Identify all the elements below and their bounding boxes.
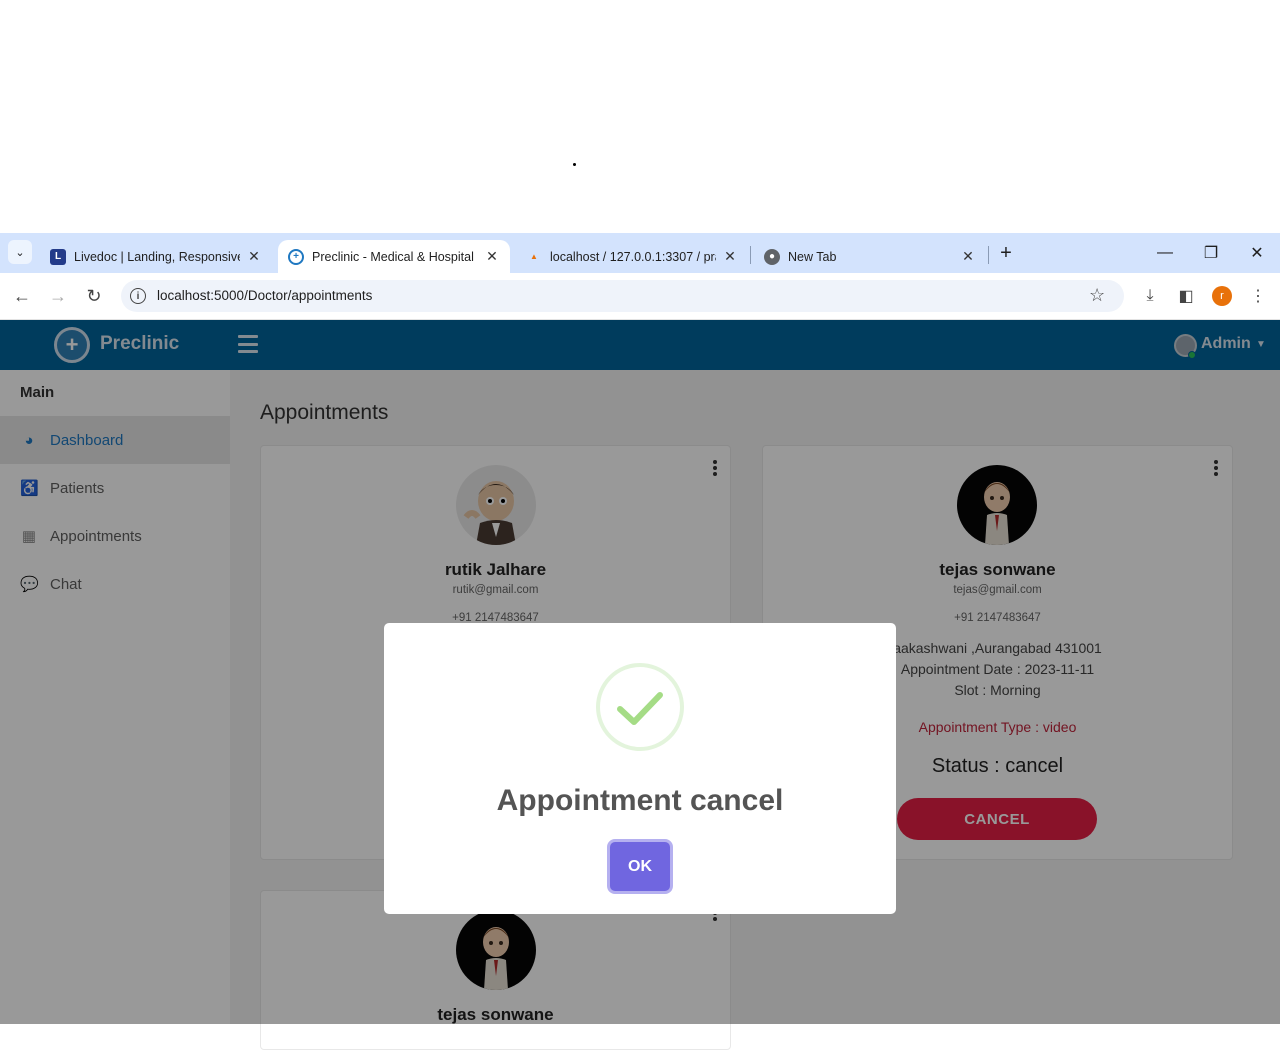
tab-title: New Tab: [788, 249, 837, 264]
plus-icon: +: [1000, 241, 1012, 264]
site-info-icon[interactable]: i: [130, 288, 146, 304]
restore-icon: ❐: [1203, 245, 1219, 262]
tab-title: Livedoc | Landing, Responsive: [74, 249, 240, 264]
tab-new-tab[interactable]: ● New Tab ✕: [754, 240, 986, 273]
tab-title: Preclinic - Medical & Hospital: [312, 249, 474, 264]
livedoc-favicon-icon: L: [50, 248, 66, 265]
close-icon[interactable]: ✕: [246, 248, 262, 265]
tab-separator: [988, 246, 989, 264]
close-icon: ✕: [1250, 245, 1264, 262]
desktop-blank-area: [0, 0, 1280, 233]
reload-button[interactable]: ↻: [81, 284, 107, 308]
tab-search-button[interactable]: ⌄: [8, 240, 32, 264]
close-icon[interactable]: ✕: [484, 248, 500, 265]
download-icon[interactable]: ⤓: [1139, 285, 1161, 307]
more-menu-icon[interactable]: ⋮: [1247, 285, 1269, 307]
phpmyadmin-favicon-icon: ▲: [530, 252, 538, 261]
forward-button[interactable]: →: [45, 284, 71, 308]
profile-avatar[interactable]: r: [1212, 286, 1232, 306]
close-icon[interactable]: ✕: [722, 248, 738, 265]
tab-separator: [750, 246, 751, 264]
new-tab-button[interactable]: +: [994, 241, 1018, 265]
cursor-dot: [573, 163, 576, 166]
tab-preclinic[interactable]: + Preclinic - Medical & Hospital ✕: [278, 240, 510, 273]
tab-phpmyadmin[interactable]: ▲ localhost / 127.0.0.1:3307 / pra ✕: [516, 240, 748, 273]
tab-title: localhost / 127.0.0.1:3307 / pra: [550, 249, 716, 264]
restore-button[interactable]: ❐: [1197, 241, 1225, 265]
minimize-icon: —: [1157, 244, 1173, 261]
success-check-icon: [596, 663, 684, 751]
bookmark-star-icon[interactable]: ☆: [1089, 285, 1105, 306]
arrow-left-icon: ←: [13, 285, 31, 306]
chrome-favicon-icon: ●: [764, 248, 780, 265]
modal-title: Appointment cancel: [496, 784, 784, 817]
chevron-down-icon: ⌄: [15, 246, 25, 259]
minimize-button[interactable]: —: [1151, 241, 1179, 265]
tab-livedoc[interactable]: L Livedoc | Landing, Responsive ✕: [40, 240, 272, 273]
close-icon[interactable]: ✕: [960, 248, 976, 265]
close-window-button[interactable]: ✕: [1243, 241, 1271, 265]
address-url[interactable]: localhost:5000/Doctor/appointments: [157, 288, 372, 303]
reload-icon: ↻: [86, 285, 102, 306]
preclinic-favicon-icon: +: [288, 248, 304, 265]
arrow-right-icon: →: [49, 285, 67, 306]
side-panel-icon[interactable]: ◧: [1175, 285, 1197, 307]
ok-button[interactable]: OK: [610, 842, 670, 891]
back-button[interactable]: ←: [9, 284, 35, 308]
